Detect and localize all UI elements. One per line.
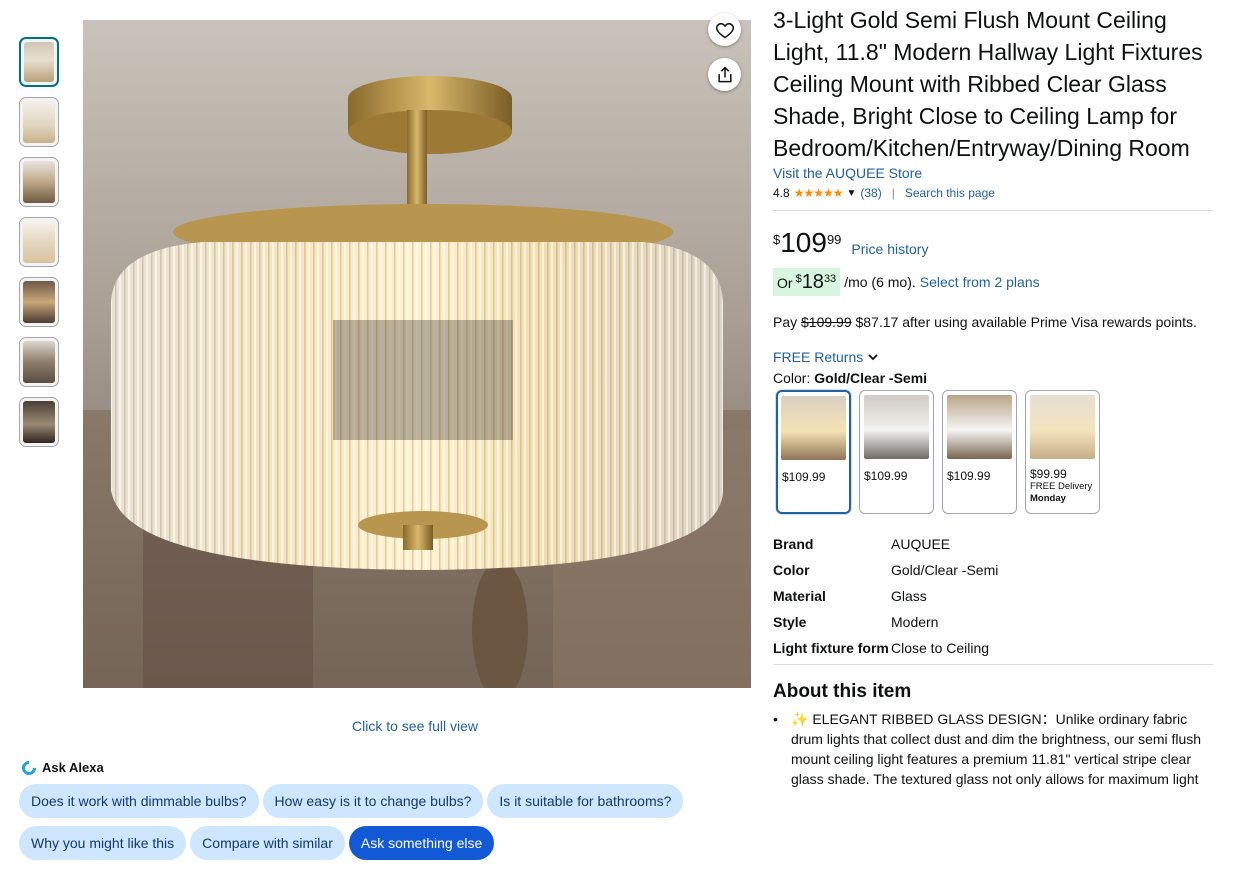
favorite-button[interactable]	[708, 13, 741, 46]
swatch-delivery-day: Monday	[1030, 493, 1066, 504]
thumbnail-4[interactable]	[19, 217, 59, 267]
color-swatches: $109.99 $109.99 $109.99 $99.99 FREE Deli…	[776, 390, 1213, 514]
spec-value: Glass	[891, 588, 927, 604]
thumbnail-1[interactable]	[19, 37, 59, 87]
chip-why-like[interactable]: Why you might like this	[19, 826, 187, 860]
prime-pay-label: Pay	[773, 314, 798, 330]
installment-or: Or	[777, 275, 793, 291]
rating-value: 4.8	[773, 186, 790, 200]
installment-fraction: 33	[823, 273, 837, 285]
prime-visa-offer: Pay $109.99 $87.17 after using available…	[773, 314, 1213, 330]
color-selected-value: Gold/Clear -Semi	[814, 370, 928, 386]
alexa-icon	[19, 757, 39, 778]
spec-row: Style Modern	[773, 612, 1213, 632]
thumbnail-5[interactable]	[19, 277, 59, 327]
spec-row: Color Gold/Clear -Semi	[773, 560, 1213, 580]
about-bullet: • ✨ ELEGANT RIBBED GLASS DESIGN：Unlike o…	[773, 709, 1213, 789]
prime-new-price-text: $87.17 after using available Prime Visa …	[855, 314, 1197, 330]
swatch-price: $109.99	[947, 469, 991, 483]
spec-key: Material	[773, 588, 826, 604]
swatch-price: $99.99	[1030, 467, 1067, 481]
swatch-option-2[interactable]: $109.99	[859, 390, 934, 514]
swatch-delivery-note: FREE Delivery	[1030, 481, 1093, 492]
swatch-price: $109.99	[782, 470, 826, 484]
chevron-down-icon[interactable]: ▼	[846, 188, 856, 199]
swatch-gold-clear[interactable]: $109.99	[776, 390, 851, 514]
thumbnail-3[interactable]	[19, 157, 59, 207]
color-label: Color:	[773, 370, 811, 386]
installment-badge: Or $ 18 33	[773, 268, 841, 296]
search-page-link[interactable]: Search this page	[905, 186, 995, 200]
price-block: $ 109 99 Price history	[773, 227, 1213, 258]
spec-value: Gold/Clear -Semi	[891, 562, 999, 578]
swatch-option-4[interactable]: $99.99 FREE Delivery Monday	[1025, 390, 1100, 514]
spec-key: Color	[773, 562, 810, 578]
price-fraction: 99	[826, 232, 842, 247]
product-details-column: 3-Light Gold Semi Flush Mount Ceiling Li…	[773, 0, 1213, 789]
price-symbol: $	[773, 232, 781, 247]
thumbnail-strip	[19, 37, 59, 457]
review-count-link[interactable]: (38)	[860, 186, 881, 200]
product-title: 3-Light Gold Semi Flush Mount Ceiling Li…	[773, 7, 1203, 161]
spec-row: Brand AUQUEE	[773, 534, 1213, 554]
thumbnail-2[interactable]	[19, 97, 59, 147]
swatch-image	[781, 396, 846, 460]
swatch-price: $109.99	[864, 469, 908, 483]
ask-alexa-label: Ask Alexa	[42, 760, 104, 775]
about-heading: About this item	[773, 681, 912, 702]
swatch-image	[864, 395, 929, 459]
divider: |	[891, 186, 895, 200]
spec-key: Light fixture form	[773, 640, 889, 656]
chip-ask-else[interactable]: Ask something else	[348, 826, 495, 860]
chip-change-bulbs[interactable]: How easy is it to change bulbs?	[262, 784, 484, 818]
spec-key: Style	[773, 614, 807, 630]
swatch-image	[947, 395, 1012, 459]
thumbnail-6[interactable]	[19, 337, 59, 387]
spec-key: Brand	[773, 536, 814, 552]
chip-dimmable[interactable]: Does it work with dimmable bulbs?	[19, 784, 259, 818]
spec-value: Close to Ceiling	[891, 640, 990, 656]
price-whole: 109	[780, 227, 827, 258]
spec-row: Material Glass	[773, 586, 1213, 606]
bullet-dot: •	[773, 711, 778, 727]
swatch-image	[1030, 395, 1095, 459]
color-label-row: Color: Gold/Clear -Semi	[773, 370, 1213, 386]
select-plans-link[interactable]: Select from 2 plans	[920, 274, 1040, 290]
chevron-down-icon	[868, 354, 878, 361]
share-button[interactable]	[708, 58, 741, 91]
section-divider	[773, 664, 1213, 665]
spec-value: Modern	[891, 614, 939, 630]
thumbnail-7[interactable]	[19, 397, 59, 447]
share-icon	[717, 66, 732, 82]
section-divider	[773, 210, 1213, 211]
installment-whole: 18	[801, 271, 824, 293]
full-view-link[interactable]: Click to see full view	[352, 718, 478, 734]
ask-alexa-heading: Ask Alexa	[19, 757, 104, 778]
price-history-link[interactable]: Price history	[851, 241, 928, 257]
installment-term: /mo (6 mo).	[844, 274, 916, 290]
rating-row: 4.8 ★★★★★ ▼ (38) | Search this page	[773, 186, 1213, 200]
chip-bathrooms[interactable]: Is it suitable for bathrooms?	[487, 784, 684, 818]
free-returns-label: FREE Returns	[773, 349, 864, 365]
sparkle-icon: ✨	[791, 711, 809, 727]
spec-table: Brand AUQUEE Color Gold/Clear -Semi Materi…	[773, 534, 1213, 658]
chip-compare[interactable]: Compare with similar	[190, 826, 345, 860]
swatch-option-3[interactable]: $109.99	[942, 390, 1017, 514]
free-returns-dropdown[interactable]: FREE Returns	[773, 349, 1213, 365]
installment-row: Or $ 18 33 /mo (6 mo). Select from 2 pla…	[773, 268, 1213, 296]
product-main-image[interactable]	[83, 20, 751, 688]
spec-row: Light fixture form Close to Ceiling	[773, 638, 1213, 658]
about-bullet-lead: ELEGANT RIBBED GLASS DESIGN	[812, 711, 1042, 727]
heart-icon	[715, 22, 734, 38]
ceiling-light-illustration	[83, 20, 751, 688]
prime-old-price: $109.99	[801, 314, 852, 330]
store-link[interactable]: Visit the AUQUEE Store	[773, 165, 1213, 181]
star-rating-icon[interactable]: ★★★★★	[794, 186, 844, 200]
alexa-suggestion-chips: Does it work with dimmable bulbs? How ea…	[19, 784, 739, 868]
spec-value: AUQUEE	[891, 536, 951, 552]
